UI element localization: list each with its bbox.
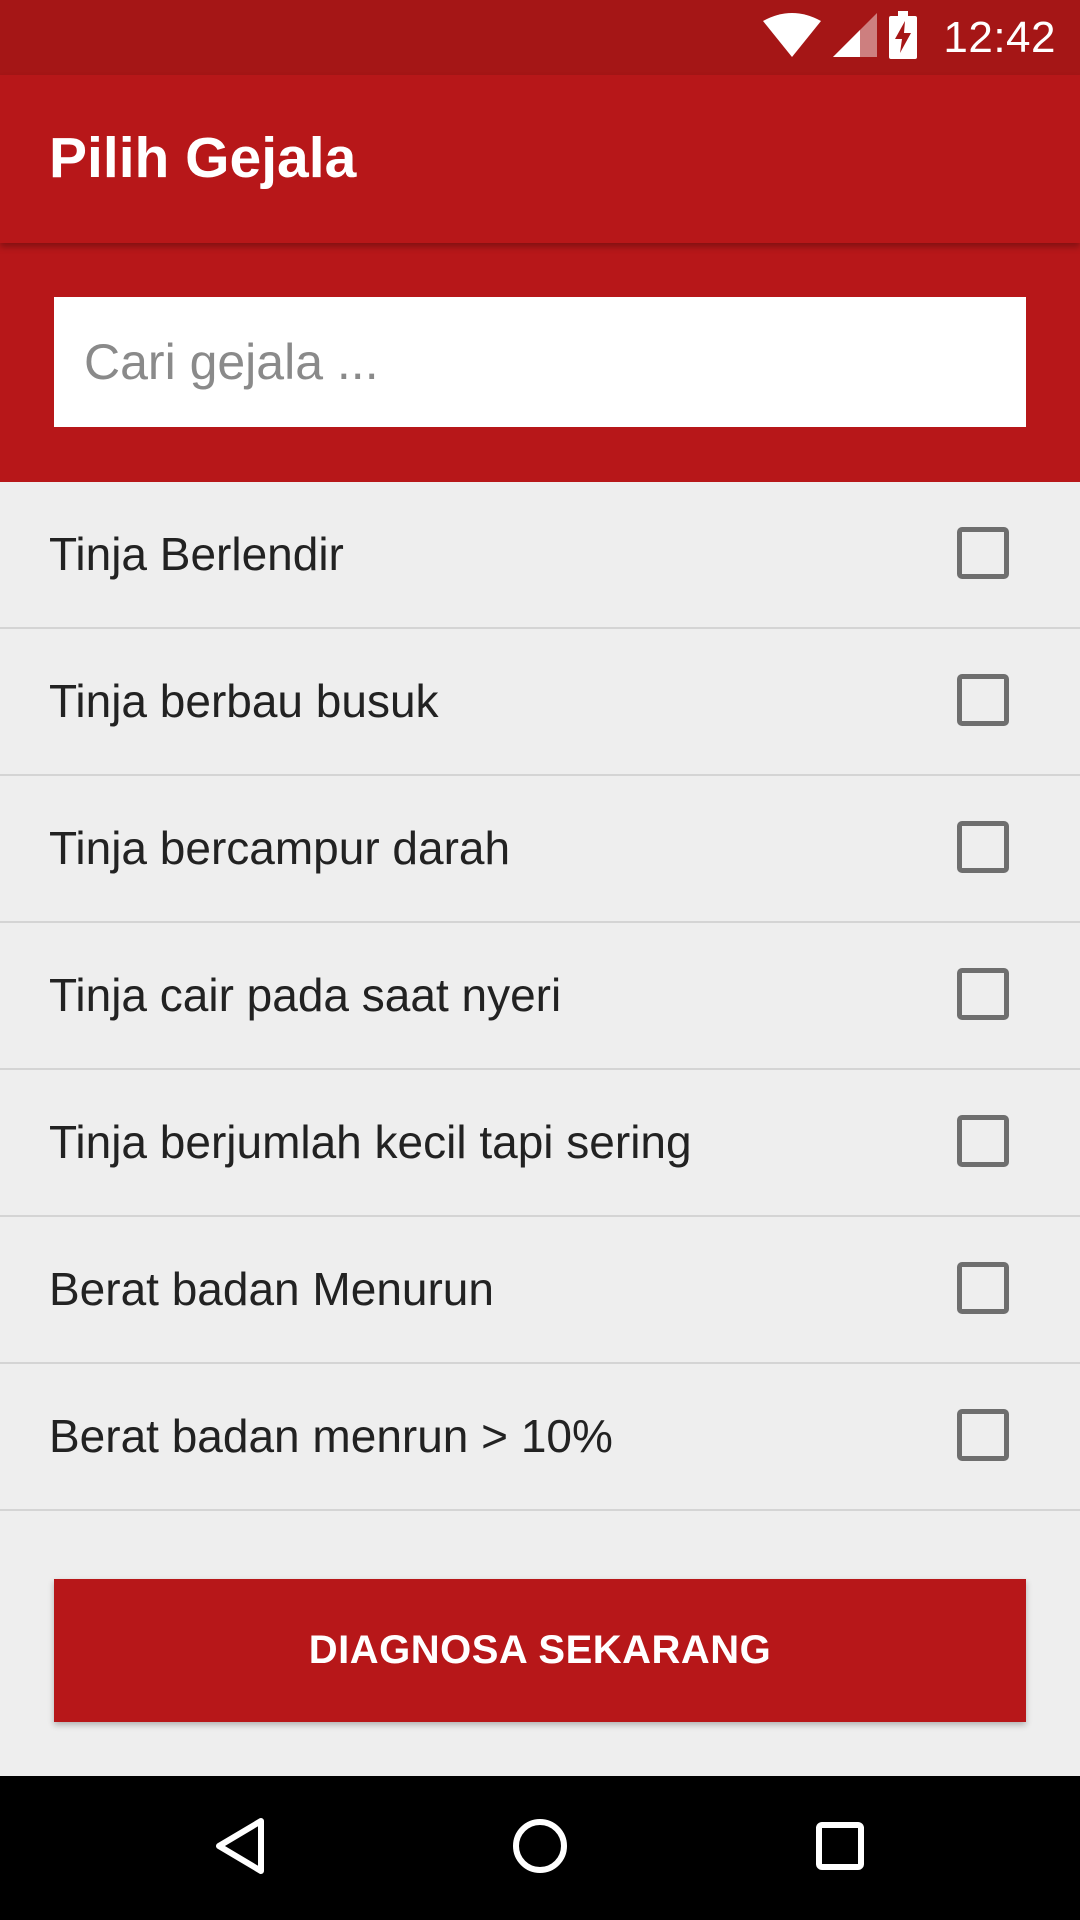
battery-charging-icon bbox=[889, 11, 918, 64]
checkbox[interactable] bbox=[957, 1115, 1009, 1167]
app-bar: Pilih Gejala bbox=[0, 75, 1080, 243]
recents-icon bbox=[815, 1821, 865, 1876]
list-item[interactable]: Tinja Berlendir bbox=[0, 482, 1080, 629]
symptom-list: Tinja Berlendir Tinja berbau busuk Tinja… bbox=[0, 482, 1080, 1511]
back-icon bbox=[213, 1817, 267, 1880]
search-band bbox=[0, 243, 1080, 482]
list-item[interactable]: Tinja berbau busuk bbox=[0, 629, 1080, 776]
navigation-bar bbox=[0, 1776, 1080, 1920]
list-item[interactable]: Berat badan menrun > 10% bbox=[0, 1364, 1080, 1511]
symptom-label: Tinja cair pada saat nyeri bbox=[49, 969, 562, 1021]
status-time: 12:42 bbox=[943, 12, 1056, 62]
home-button[interactable] bbox=[450, 1776, 630, 1920]
back-button[interactable] bbox=[150, 1776, 330, 1920]
symptom-label: Tinja berbau busuk bbox=[49, 675, 439, 727]
checkbox[interactable] bbox=[957, 1262, 1009, 1314]
wifi-icon bbox=[763, 13, 822, 62]
checkbox[interactable] bbox=[957, 968, 1009, 1020]
checkbox[interactable] bbox=[957, 821, 1009, 873]
list-item[interactable]: Tinja cair pada saat nyeri bbox=[0, 923, 1080, 1070]
search-input[interactable] bbox=[54, 297, 1026, 427]
checkbox[interactable] bbox=[957, 1409, 1009, 1461]
list-item[interactable]: Tinja berjumlah kecil tapi sering bbox=[0, 1070, 1080, 1217]
symptom-label: Berat badan Menurun bbox=[49, 1263, 494, 1315]
list-item[interactable]: Berat badan Menurun bbox=[0, 1217, 1080, 1364]
checkbox[interactable] bbox=[957, 674, 1009, 726]
home-icon bbox=[512, 1818, 568, 1879]
checkbox[interactable] bbox=[957, 527, 1009, 579]
status-icons: 12:42 bbox=[763, 0, 1056, 75]
recents-button[interactable] bbox=[750, 1776, 930, 1920]
page-title: Pilih Gejala bbox=[49, 126, 357, 190]
symptom-label: Berat badan menrun > 10% bbox=[49, 1410, 613, 1462]
status-bar: 12:42 bbox=[0, 0, 1080, 75]
symptom-label: Tinja berjumlah kecil tapi sering bbox=[49, 1116, 692, 1168]
symptom-label: Tinja Berlendir bbox=[49, 528, 344, 580]
diagnose-button[interactable]: DIAGNOSA SEKARANG bbox=[54, 1579, 1026, 1722]
signal-icon bbox=[833, 13, 878, 62]
symptom-label: Tinja bercampur darah bbox=[49, 822, 511, 874]
list-item[interactable]: Tinja bercampur darah bbox=[0, 776, 1080, 923]
